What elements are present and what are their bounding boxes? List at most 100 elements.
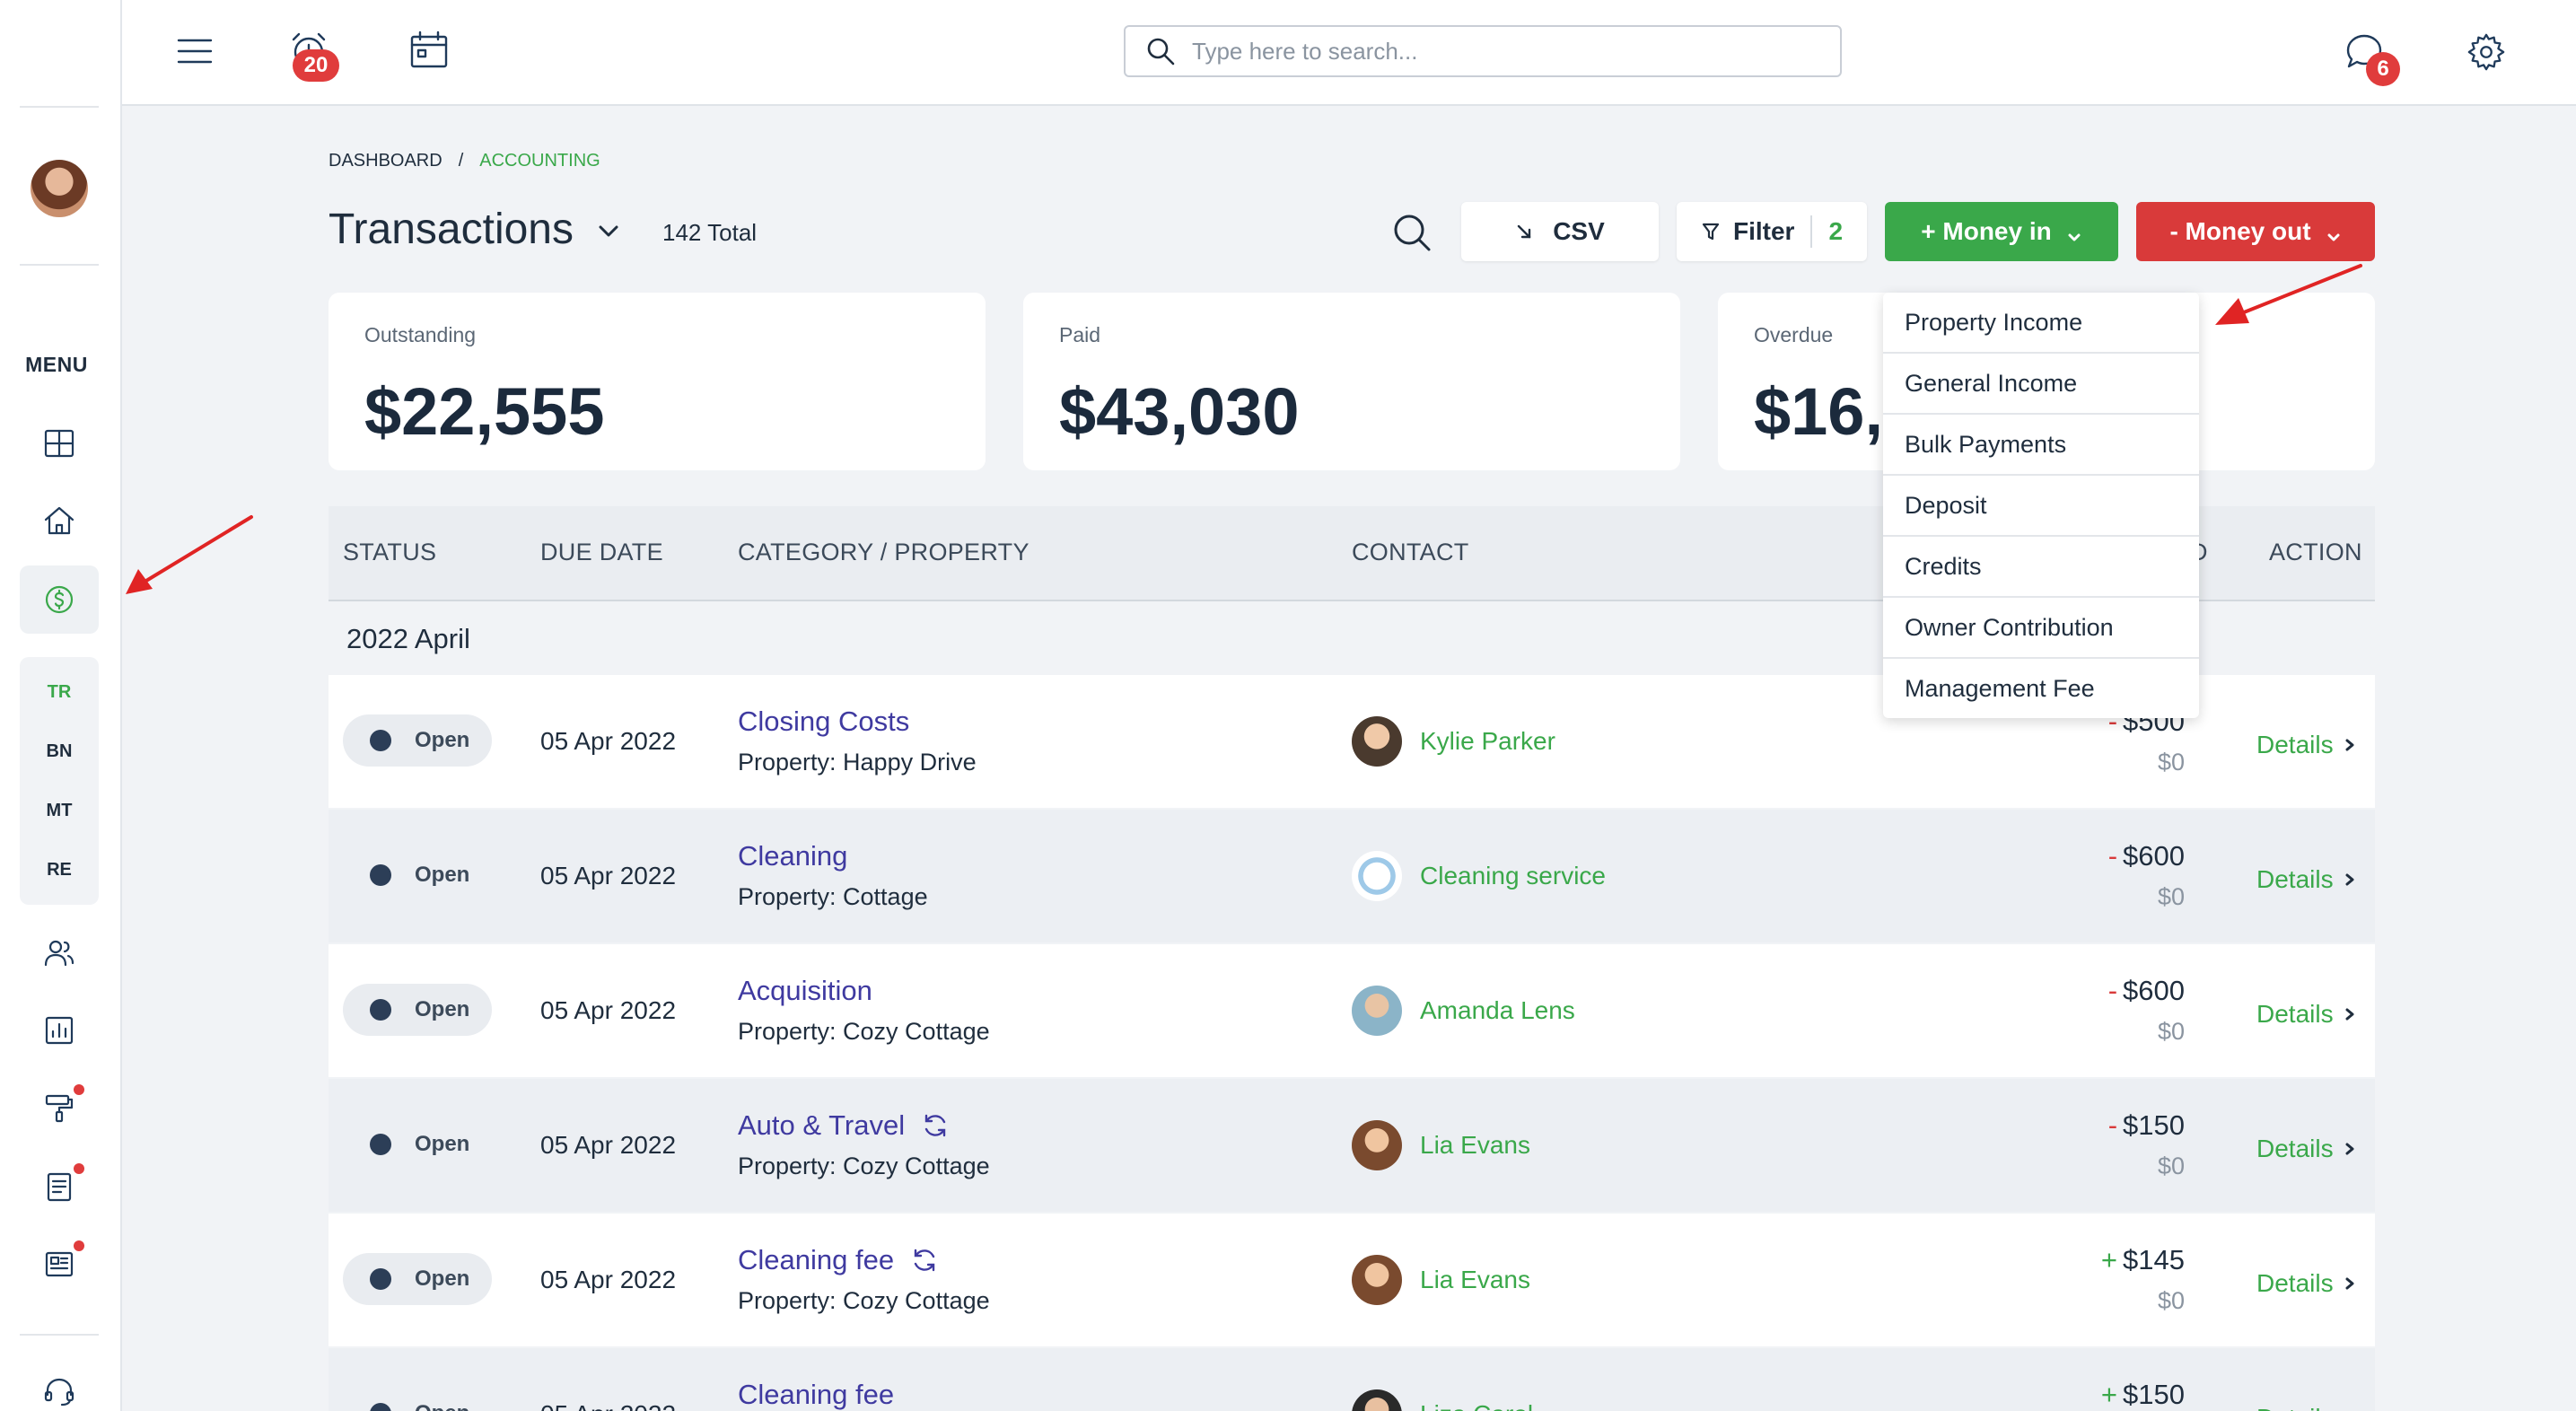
due-date: 05 Apr 2022 xyxy=(540,996,677,1024)
amount: + $150 xyxy=(2101,1379,2185,1411)
dashboard-grid-icon xyxy=(44,429,74,458)
property-name: Property: Cozy Cottage xyxy=(738,1287,990,1314)
details-link[interactable]: Details xyxy=(2256,1269,2357,1298)
property-name: Property: Cozy Cottage xyxy=(738,1018,990,1045)
menu-item-property-income[interactable]: Property Income xyxy=(1883,293,2199,354)
csv-export-button[interactable]: CSV xyxy=(1461,202,1659,261)
filter-count: 2 xyxy=(1828,217,1844,245)
hamburger-menu-icon[interactable] xyxy=(169,27,221,75)
paid-card: Paid $43,030 xyxy=(1023,293,1680,470)
column-header-status[interactable]: STATUS xyxy=(343,539,436,566)
menu-item-deposit[interactable]: Deposit xyxy=(1883,476,2199,537)
submenu-item-tr[interactable]: TR xyxy=(20,682,99,703)
sidebar-item-news[interactable] xyxy=(20,1230,99,1298)
category-name: Auto & Travel xyxy=(738,1109,906,1141)
card-label: Overdue xyxy=(1754,323,1834,346)
details-link[interactable]: Details xyxy=(2256,1135,2357,1163)
contact-link[interactable]: Lia Evans xyxy=(1420,1131,1530,1160)
money-out-label: - Money out xyxy=(2169,217,2311,245)
arrow-down-right-icon xyxy=(1518,224,1531,239)
category-link[interactable]: Cleaning fee xyxy=(738,1379,894,1411)
contact-avatar xyxy=(1352,986,1402,1036)
submenu-item-bn[interactable]: BN xyxy=(20,741,99,762)
category-link[interactable]: Cleaning fee xyxy=(738,1244,939,1276)
search-input[interactable] xyxy=(1192,37,1802,66)
status-dot xyxy=(370,1268,391,1290)
dollar-circle-icon xyxy=(45,585,74,614)
sidebar-item-accounting[interactable] xyxy=(20,565,99,634)
menu-item-owner-contribution[interactable]: Owner Contribution xyxy=(1883,598,2199,659)
breadcrumb-dashboard[interactable]: DASHBOARD xyxy=(329,151,442,171)
document-icon xyxy=(47,1172,72,1202)
property-name: Property: Happy Drive xyxy=(738,749,977,776)
menu-item-management-fee[interactable]: Management Fee xyxy=(1883,659,2199,718)
table-row[interactable]: Open 05 Apr 2022 Auto & Travel Property: Co… xyxy=(329,1079,2375,1212)
menu-item-bulk-payments[interactable]: Bulk Payments xyxy=(1883,415,2199,476)
contact-avatar xyxy=(1352,1120,1402,1170)
details-link[interactable]: Details xyxy=(2256,1000,2357,1029)
contact-link[interactable]: Cleaning service xyxy=(1420,862,1606,890)
filter-icon xyxy=(1702,223,1720,241)
paid-amount: $0 xyxy=(2157,749,2185,776)
menu-item-general-income[interactable]: General Income xyxy=(1883,354,2199,415)
category-link[interactable]: Cleaning xyxy=(738,840,847,872)
calendar-icon[interactable] xyxy=(404,25,454,75)
property-name: Property: Cozy Cottage xyxy=(738,1152,990,1179)
total-count: 142 Total xyxy=(662,219,758,246)
contact-link[interactable]: Liza Carol xyxy=(1420,1400,1533,1411)
contact-avatar xyxy=(1352,851,1402,901)
amount-value: $600 xyxy=(2123,975,2185,1006)
search-icon[interactable] xyxy=(1388,208,1438,259)
sidebar-item-dashboard[interactable] xyxy=(20,409,99,478)
amount: - $600 xyxy=(2108,975,2185,1007)
status-badge: Open xyxy=(343,849,492,901)
sidebar-item-reports[interactable] xyxy=(20,996,99,1065)
column-header-category[interactable]: CATEGORY / PROPERTY xyxy=(738,539,1030,566)
submenu-item-re[interactable]: RE xyxy=(20,860,99,881)
outstanding-card: Outstanding $22,555 xyxy=(329,293,986,470)
status-badge: Open xyxy=(343,714,492,767)
table-row[interactable]: Open 05 Apr 2022 Cleaning fee Liza Carol +$1… xyxy=(329,1348,2375,1411)
money-in-button[interactable]: + Money in xyxy=(1885,202,2118,261)
table-row[interactable]: Open 05 Apr 2022 Cleaning fee Property: Coz… xyxy=(329,1214,2375,1346)
category-link[interactable]: Acquisition xyxy=(738,975,872,1007)
contact-link[interactable]: Kylie Parker xyxy=(1420,727,1555,756)
status-dot xyxy=(370,730,391,751)
category-link[interactable]: Auto & Travel xyxy=(738,1109,950,1142)
table-row[interactable]: Open 05 Apr 2022 Acquisition Property: Cozy… xyxy=(329,944,2375,1077)
money-in-label: + Money in xyxy=(1921,217,2052,245)
details-label: Details xyxy=(2256,731,2334,758)
status-dot xyxy=(370,864,391,886)
contact-link[interactable]: Amanda Lens xyxy=(1420,996,1575,1025)
submenu-item-mt[interactable]: MT xyxy=(20,801,99,821)
notification-dot xyxy=(74,1084,84,1095)
due-date: 05 Apr 2022 xyxy=(540,1400,676,1411)
table-row[interactable]: Open 05 Apr 2022 Cleaning Property: Cottage… xyxy=(329,810,2375,942)
details-link[interactable]: Details xyxy=(2256,731,2357,759)
amount-sign: - xyxy=(2107,1109,2118,1141)
sidebar-item-documents[interactable] xyxy=(20,1152,99,1221)
status-text: Open xyxy=(415,1132,470,1156)
status-dot xyxy=(370,999,391,1021)
global-search[interactable] xyxy=(1124,25,1842,77)
sidebar-item-contacts[interactable] xyxy=(20,919,99,987)
menu-item-credits[interactable]: Credits xyxy=(1883,537,2199,598)
user-avatar[interactable] xyxy=(31,160,88,217)
column-header-due-date[interactable]: DUE DATE xyxy=(540,539,663,566)
status-badge: Open xyxy=(343,984,492,1036)
sidebar-item-support[interactable] xyxy=(20,1357,99,1411)
details-link[interactable]: Details xyxy=(2256,1404,2357,1411)
money-out-button[interactable]: - Money out xyxy=(2136,202,2375,261)
category-name: Acquisition xyxy=(738,975,872,1006)
top-bar: 20 6 xyxy=(122,0,2576,106)
sidebar-item-maintenance[interactable] xyxy=(20,1074,99,1142)
contact-link[interactable]: Lia Evans xyxy=(1420,1266,1530,1294)
amount: + $145 xyxy=(2101,1244,2185,1276)
column-header-contact[interactable]: CONTACT xyxy=(1352,539,1469,566)
chevron-down-icon[interactable] xyxy=(592,215,625,248)
category-link[interactable]: Closing Costs xyxy=(738,706,909,738)
details-link[interactable]: Details xyxy=(2256,865,2357,894)
filter-button[interactable]: Filter 2 xyxy=(1677,202,1867,261)
sidebar-item-home[interactable] xyxy=(20,486,99,555)
gear-icon[interactable] xyxy=(2461,27,2511,77)
